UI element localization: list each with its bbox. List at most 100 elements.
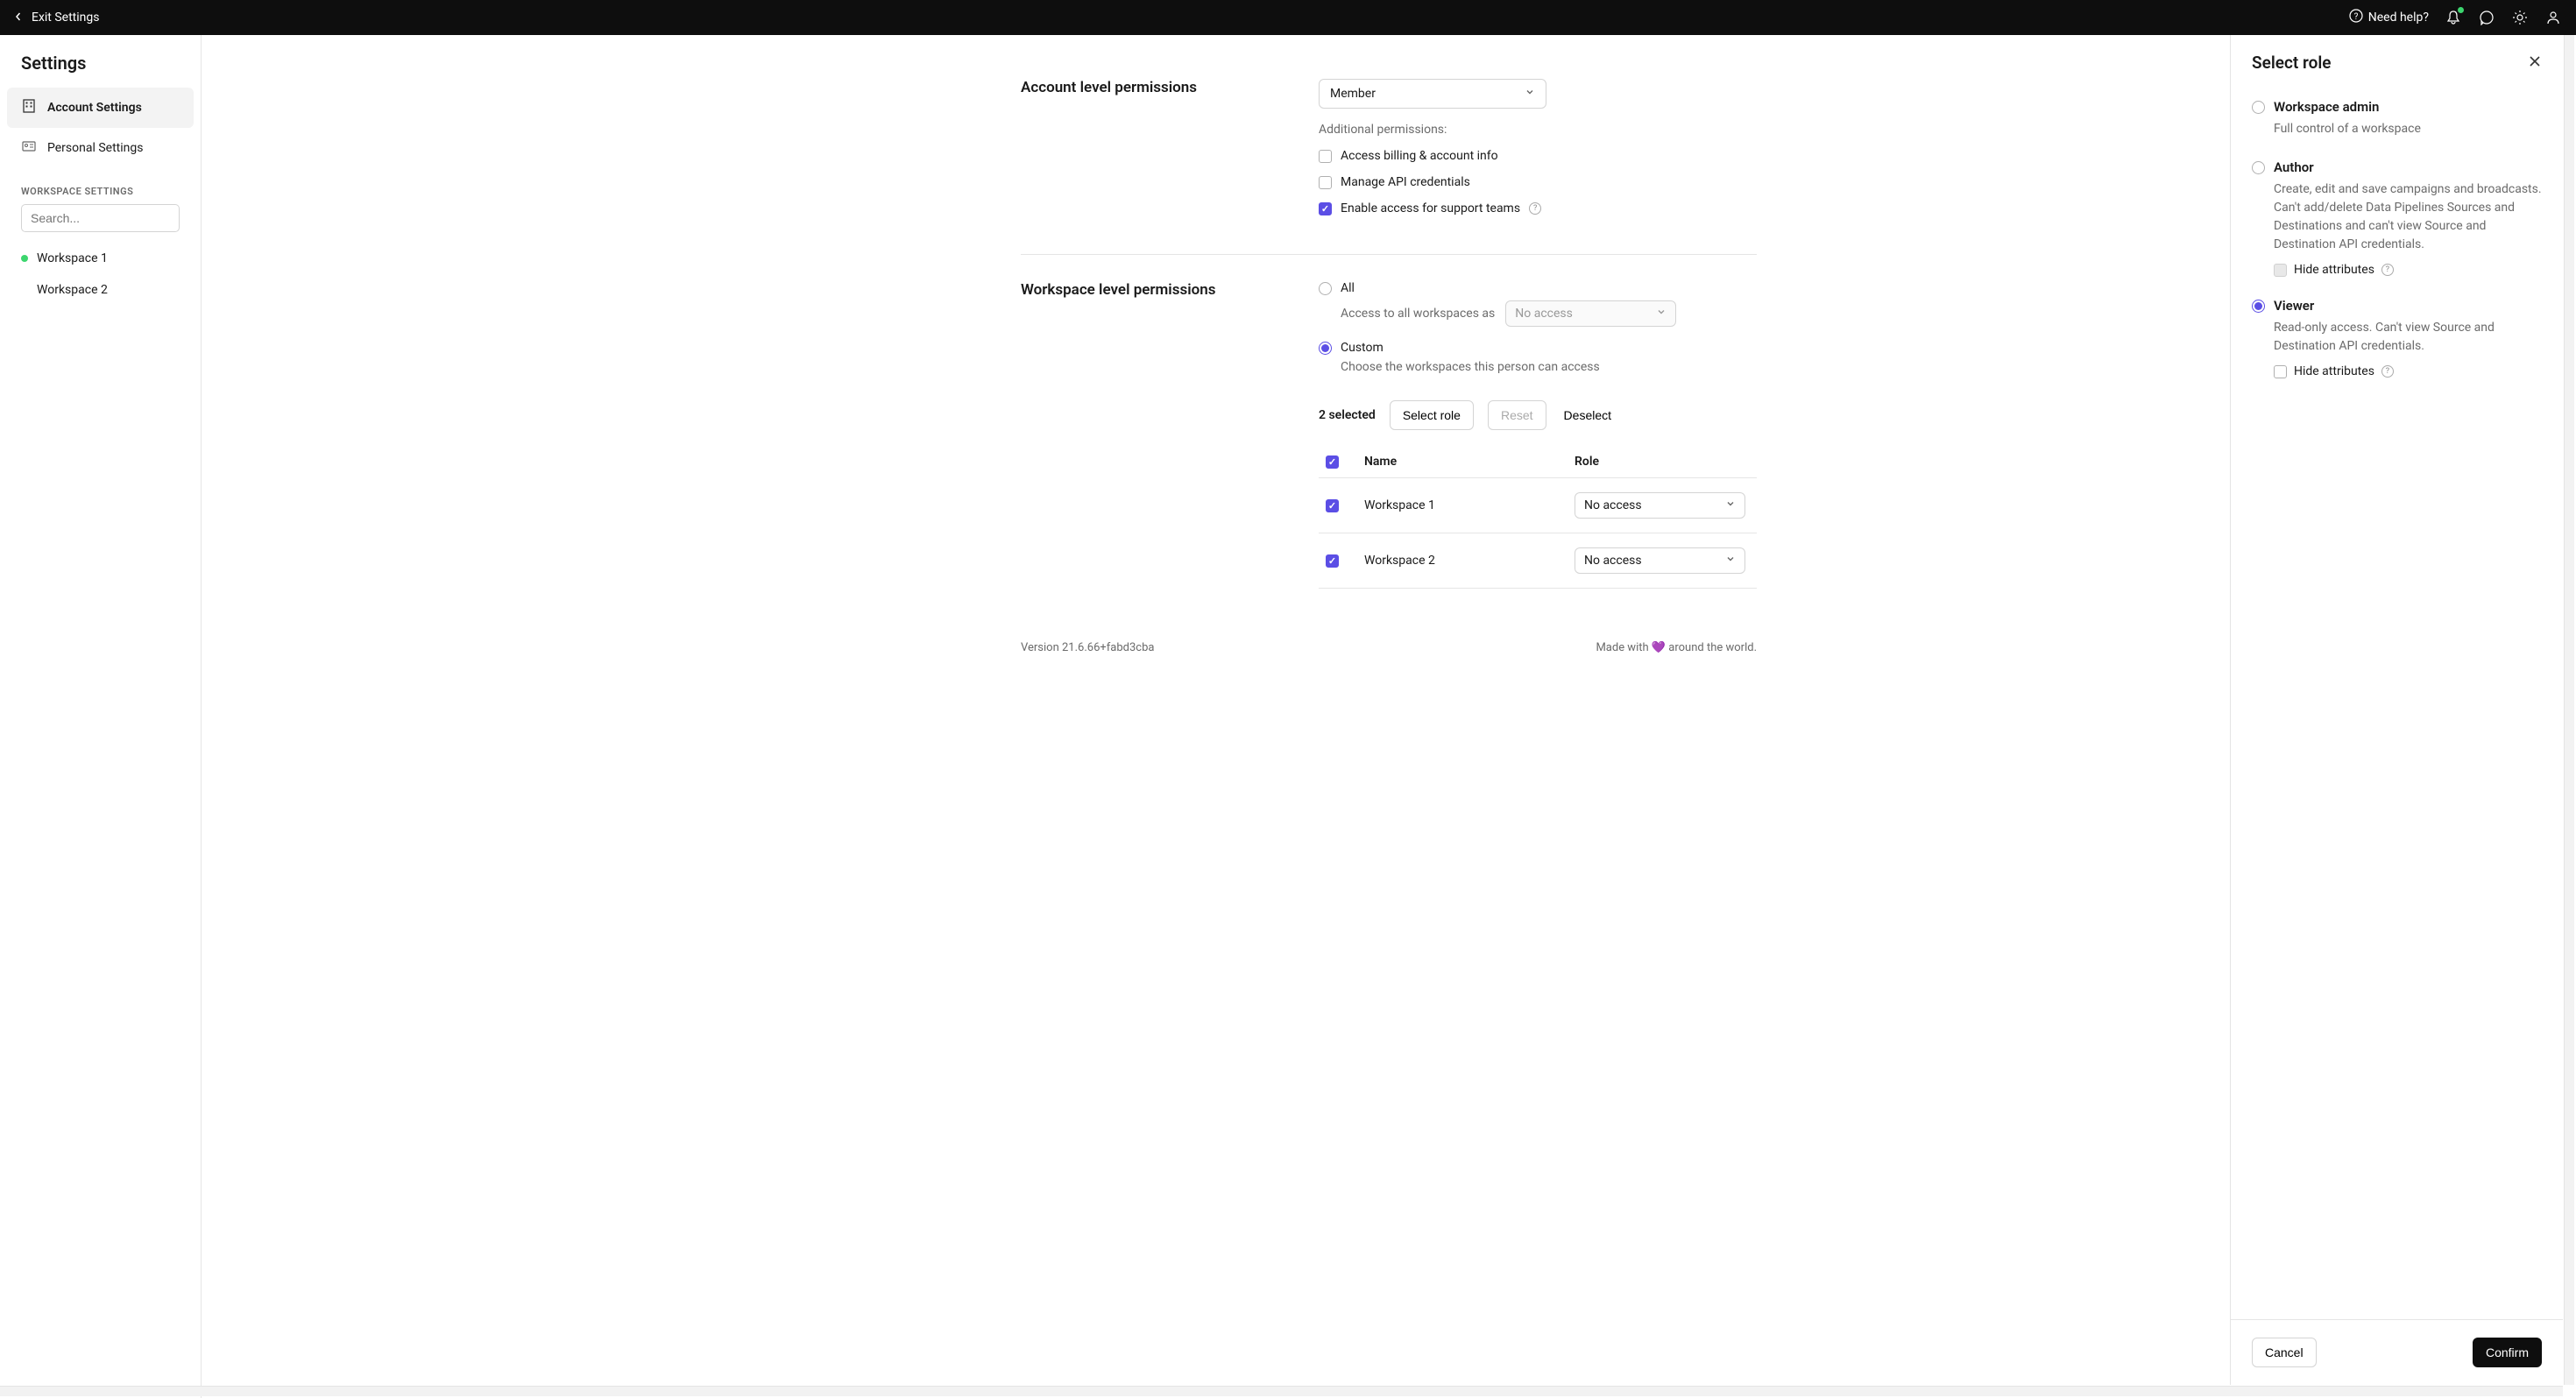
chat-icon[interactable]: [2478, 9, 2495, 26]
row-checkbox[interactable]: [1326, 554, 1339, 568]
notification-dot: [2458, 7, 2464, 13]
table-header: Name Role: [1319, 446, 1757, 478]
checkbox-icon: [1319, 150, 1332, 163]
billing-checkbox-row[interactable]: Access billing & account info: [1319, 149, 1757, 163]
selection-toolbar: 2 selected Select role Reset Deselect: [1319, 400, 1757, 430]
horizontal-scrollbar[interactable]: [0, 1386, 2563, 1396]
role-description: Read-only access. Can't view Source and …: [2274, 319, 2542, 356]
info-icon[interactable]: ?: [2381, 264, 2394, 276]
custom-sub-label: Choose the workspaces this person can ac…: [1341, 360, 1600, 374]
selected-count: 2 selected: [1319, 408, 1376, 422]
row-name: Workspace 2: [1364, 554, 1553, 568]
workspace-search-input[interactable]: [21, 204, 180, 232]
select-value: No access: [1584, 498, 1642, 512]
support-checkbox-row[interactable]: Enable access for support teams ?: [1319, 201, 1757, 215]
gear-icon[interactable]: [2511, 9, 2529, 26]
status-dot-icon: [21, 255, 28, 262]
workspace-item-2[interactable]: Workspace 2: [7, 274, 194, 306]
settings-title: Settings: [7, 53, 194, 88]
role-radio-row[interactable]: Viewer: [2252, 298, 2542, 314]
select-all-checkbox[interactable]: [1326, 455, 1339, 469]
role-title: Author: [2274, 159, 2314, 175]
role-author: Author Create, edit and save campaigns a…: [2252, 159, 2542, 277]
footer: Version 21.6.66+fabd3cba Made with 💜 aro…: [1021, 615, 1757, 663]
account-role-select[interactable]: Member: [1319, 79, 1546, 109]
select-value: No access: [1515, 307, 1573, 321]
panel-header: Select role: [2231, 35, 2563, 90]
workspace-table: Name Role Workspace 1 No access: [1319, 446, 1757, 589]
row-checkbox[interactable]: [1326, 499, 1339, 512]
hide-attributes-row[interactable]: Hide attributes ?: [2274, 364, 2542, 378]
custom-radio-row[interactable]: Custom: [1319, 341, 1757, 355]
role-radio-row[interactable]: Author: [2252, 159, 2542, 175]
row-role-select[interactable]: No access: [1575, 492, 1745, 519]
column-role: Role: [1575, 455, 1750, 469]
radio-label: All: [1341, 281, 1355, 295]
chevron-down-icon: [1525, 87, 1535, 101]
additional-permissions-label: Additional permissions:: [1319, 123, 1757, 137]
hide-attributes-label: Hide attributes: [2294, 263, 2374, 277]
checkbox-icon: [2274, 365, 2287, 378]
row-role-select[interactable]: No access: [1575, 547, 1745, 574]
checkbox-checked-icon: [1319, 202, 1332, 215]
chevron-left-icon: [14, 11, 23, 25]
select-value: Member: [1330, 87, 1376, 101]
sidebar-item-account-settings[interactable]: Account Settings: [7, 88, 194, 128]
checkbox-label: Manage API credentials: [1341, 175, 1470, 189]
panel-footer: Cancel Confirm: [2231, 1319, 2563, 1385]
role-title: Workspace admin: [2274, 99, 2379, 115]
custom-radio-sub: Choose the workspaces this person can ac…: [1341, 360, 1757, 374]
role-workspace-admin: Workspace admin Full control of a worksp…: [2252, 99, 2542, 138]
panel-body: Workspace admin Full control of a worksp…: [2231, 90, 2563, 1319]
radio-icon: [2252, 101, 2265, 114]
section-title: Account level permissions: [1021, 79, 1319, 228]
sidebar-item-personal-settings[interactable]: Personal Settings: [7, 128, 194, 168]
info-icon[interactable]: ?: [2381, 365, 2394, 378]
select-role-panel: Select role Workspace admin Full control…: [2230, 35, 2563, 1385]
sidebar-item-label: Personal Settings: [47, 141, 143, 155]
role-radio-row[interactable]: Workspace admin: [2252, 99, 2542, 115]
role-title: Viewer: [2274, 298, 2314, 314]
sidebar: Settings Account Settings Personal Setti…: [0, 35, 202, 1398]
hide-attributes-row[interactable]: Hide attributes ?: [2274, 263, 2542, 277]
all-radio-row[interactable]: All: [1319, 281, 1757, 295]
all-radio-sub: Access to all workspaces as No access: [1341, 300, 1757, 327]
info-icon[interactable]: ?: [1529, 202, 1541, 215]
radio-checked-icon: [2252, 300, 2265, 313]
all-access-select[interactable]: No access: [1505, 300, 1676, 327]
exit-settings-button[interactable]: Exit Settings: [14, 11, 99, 25]
building-icon: [21, 98, 37, 117]
checkbox-label: Access billing & account info: [1341, 149, 1498, 163]
topbar-right: ? Need help?: [2349, 9, 2562, 26]
close-icon[interactable]: [2528, 54, 2542, 72]
vertical-scrollbar[interactable]: [2564, 35, 2574, 1385]
cancel-button[interactable]: Cancel: [2252, 1338, 2317, 1367]
role-viewer: Viewer Read-only access. Can't view Sour…: [2252, 298, 2542, 378]
confirm-button[interactable]: Confirm: [2473, 1338, 2542, 1367]
checkbox-icon: [2274, 264, 2287, 277]
all-sub-label: Access to all workspaces as: [1341, 307, 1495, 321]
role-description: Full control of a workspace: [2274, 120, 2542, 138]
version-text: Version 21.6.66+fabd3cba: [1021, 641, 1154, 654]
user-icon[interactable]: [2544, 9, 2562, 26]
row-name: Workspace 1: [1364, 498, 1553, 512]
column-name: Name: [1364, 455, 1553, 469]
id-card-icon: [21, 138, 37, 158]
radio-checked-icon: [1319, 342, 1332, 355]
deselect-button[interactable]: Deselect: [1560, 401, 1615, 429]
notifications-icon[interactable]: [2445, 9, 2462, 26]
exit-settings-label: Exit Settings: [32, 11, 99, 25]
select-role-button[interactable]: Select role: [1390, 400, 1474, 430]
workspace-settings-heading: WORKSPACE SETTINGS: [7, 168, 194, 204]
table-row: Workspace 2 No access: [1319, 533, 1757, 589]
main-content: Account level permissions Member Additio…: [202, 35, 2576, 1398]
need-help-button[interactable]: ? Need help?: [2349, 9, 2429, 26]
api-checkbox-row[interactable]: Manage API credentials: [1319, 175, 1757, 189]
need-help-label: Need help?: [2368, 11, 2429, 25]
workspace-item-1[interactable]: Workspace 1: [7, 243, 194, 274]
reset-button[interactable]: Reset: [1488, 400, 1546, 430]
radio-icon: [2252, 161, 2265, 174]
svg-text:?: ?: [2353, 12, 2358, 22]
workspace-level-section: Workspace level permissions All Access t…: [1021, 254, 1757, 615]
select-value: No access: [1584, 554, 1642, 568]
